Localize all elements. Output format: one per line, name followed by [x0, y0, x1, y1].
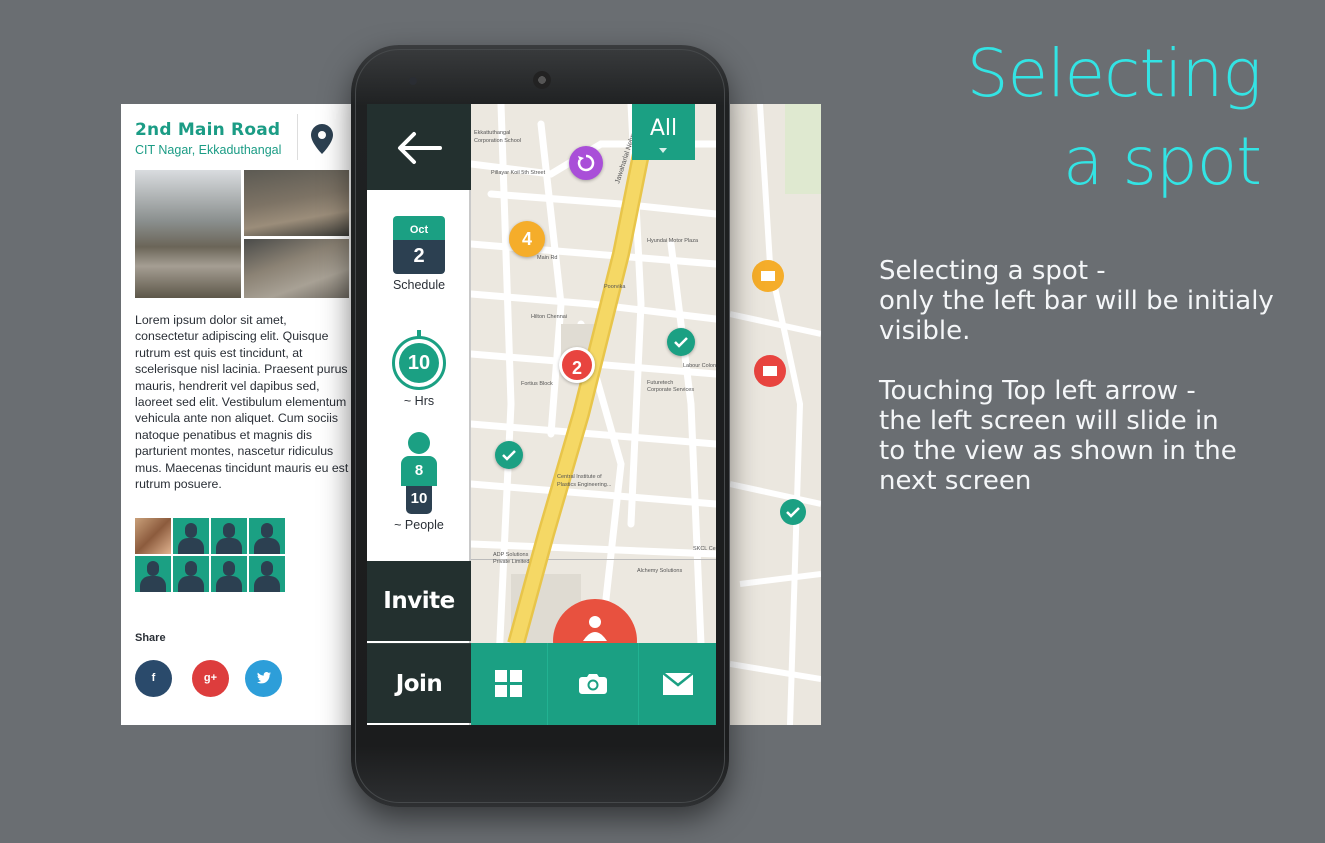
- share-label: Share: [135, 632, 166, 644]
- camera-button[interactable]: [548, 643, 638, 725]
- street-label: Futuretech: [647, 380, 673, 386]
- phone-screen: Jawaharlal Nehru Rd Ekkattuthangal Corpo…: [367, 104, 716, 725]
- next-screen-preview: [730, 104, 821, 725]
- header-divider: [297, 114, 298, 160]
- twitter-share-button[interactable]: [245, 660, 282, 697]
- left-bar: Oct 2 Schedule 10 ~ Hrs 8 10 ~ People In…: [367, 104, 471, 725]
- googleplus-share-button[interactable]: g+: [192, 660, 229, 697]
- street-label: Pillayar Koil 5th Street: [491, 170, 546, 176]
- orange-cluster-pin[interactable]: 4: [509, 221, 545, 257]
- twitter-bird-icon: [256, 672, 271, 684]
- earpiece-speaker: [533, 71, 551, 89]
- calendar-day: 2: [393, 240, 445, 274]
- street-label: Hilton Chennai: [531, 314, 567, 320]
- people-stat[interactable]: 8 10 ~ People: [367, 432, 471, 532]
- join-button[interactable]: Join: [367, 643, 471, 723]
- red-cluster-pin[interactable]: 2: [559, 347, 595, 383]
- invite-button[interactable]: Invite: [367, 561, 471, 641]
- location-subtitle: CIT Nagar, Ekkaduthangal: [135, 143, 282, 157]
- refresh-cluster-pin[interactable]: [569, 146, 603, 180]
- check-spot-pin[interactable]: [667, 328, 695, 356]
- hours-stat[interactable]: 10 ~ Hrs: [367, 330, 471, 408]
- avatar[interactable]: [135, 518, 171, 554]
- phone-device: Jawaharlal Nehru Rd Ekkattuthangal Corpo…: [351, 45, 729, 807]
- street-label: Main Rd: [537, 255, 557, 261]
- back-arrow-button[interactable]: [367, 104, 471, 190]
- location-description: Lorem ipsum dolor sit amet, consectetur …: [135, 313, 349, 492]
- mail-button[interactable]: [639, 643, 716, 725]
- street-label: Alchemy Solutions: [637, 568, 682, 574]
- people-label: ~ People: [394, 518, 444, 532]
- headline: Selecting a spot: [966, 30, 1262, 206]
- check-spot-pin[interactable]: [495, 441, 523, 469]
- street-label: SKCL Central: [693, 546, 716, 552]
- garbage-photo-3[interactable]: [244, 239, 349, 298]
- grid-icon: [495, 670, 522, 697]
- location-title: 2nd Main Road: [135, 120, 281, 140]
- street-label: Hyundai Motor Plaza: [647, 238, 699, 244]
- headline-line1: Selecting: [966, 35, 1262, 112]
- avatar-placeholder: [211, 556, 247, 592]
- facebook-share-button[interactable]: f: [135, 660, 172, 697]
- avatar-placeholder: [249, 518, 285, 554]
- street-label: Corporate Services: [647, 387, 694, 393]
- filter-all-button[interactable]: All: [632, 104, 695, 160]
- street-label: Corporation School: [474, 138, 521, 144]
- stopwatch-icon: 10: [392, 330, 446, 390]
- schedule-label: Schedule: [392, 278, 446, 292]
- location-detail-screen: 2nd Main Road CIT Nagar, Ekkaduthangal L…: [121, 104, 361, 725]
- avatar-placeholder: [173, 556, 209, 592]
- avatar-placeholder: [211, 518, 247, 554]
- street-label: Central Institute of: [557, 474, 602, 480]
- camera-icon: [579, 674, 607, 694]
- people-total: 10: [406, 486, 432, 514]
- user-icon: [583, 616, 607, 641]
- street-label: Private Limited: [493, 559, 529, 565]
- check-icon: [674, 337, 688, 348]
- hours-label: ~ Hrs: [403, 394, 435, 408]
- refresh-icon: [577, 154, 595, 172]
- garbage-photo-1[interactable]: [135, 170, 241, 298]
- street-label: Fortius Block: [521, 381, 553, 387]
- filter-all-label: All: [649, 116, 678, 141]
- person-icon: [408, 432, 430, 454]
- calendar-month: Oct: [393, 216, 445, 240]
- street-label: Poorvika: [604, 284, 626, 290]
- street-label: Labour Colony: [683, 363, 716, 369]
- photo-gallery: [135, 170, 349, 300]
- street-label: Ekkattuthangal: [474, 130, 510, 136]
- avatar-placeholder: [173, 518, 209, 554]
- front-camera: [409, 77, 417, 85]
- arrow-left-icon: [398, 132, 442, 164]
- street-label: Plastics Engineering...: [557, 482, 612, 488]
- avatar-placeholder: [135, 556, 171, 592]
- description: Selecting a spot - only the left bar wil…: [879, 256, 1299, 526]
- people-current: 8: [401, 456, 437, 486]
- participant-avatars: [135, 518, 287, 594]
- grid-view-button[interactable]: [471, 643, 547, 725]
- schedule-stat[interactable]: Oct 2 Schedule: [367, 216, 471, 292]
- street-label: ADP Solutions: [493, 552, 529, 558]
- calendar-icon: Oct 2: [393, 216, 445, 274]
- map-pin-icon[interactable]: [311, 124, 333, 154]
- mail-icon: [661, 672, 694, 695]
- bottom-action-bar: [471, 643, 716, 725]
- location-header: 2nd Main Road CIT Nagar, Ekkaduthangal: [135, 120, 281, 157]
- hours-value: 10: [399, 343, 439, 383]
- chevron-down-icon: [659, 148, 667, 153]
- check-icon: [502, 450, 516, 461]
- preview-map: [730, 104, 821, 725]
- description-para1: Selecting a spot - only the left bar wil…: [879, 256, 1274, 346]
- headline-line2: a spot: [1063, 123, 1262, 200]
- avatar-placeholder: [249, 556, 285, 592]
- description-para2: Touching Top left arrow - the left scree…: [879, 376, 1237, 496]
- garbage-photo-2[interactable]: [244, 170, 349, 236]
